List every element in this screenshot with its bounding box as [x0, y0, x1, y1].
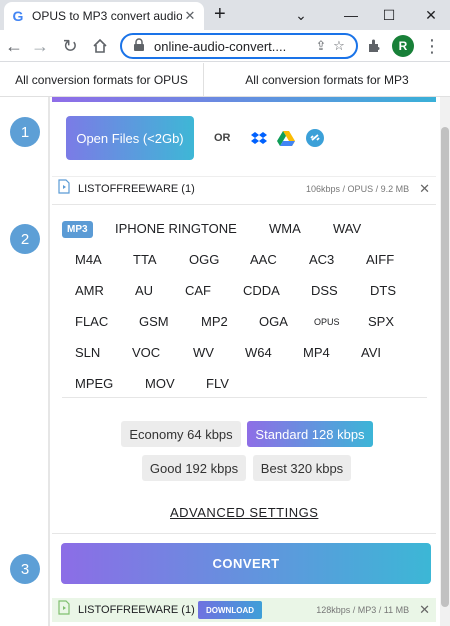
- format-cdda[interactable]: CDDA: [243, 283, 280, 298]
- remove-file-icon[interactable]: ✕: [419, 181, 430, 197]
- format-mp4[interactable]: MP4: [303, 345, 330, 360]
- tab-title: OPUS to MP3 convert audio f: [32, 9, 182, 23]
- format-ac3[interactable]: AC3: [309, 252, 334, 267]
- format-avi[interactable]: AVI: [361, 345, 381, 360]
- progress-gradient-bar: [52, 97, 436, 102]
- tab-close-icon[interactable]: ✕: [182, 8, 198, 24]
- step-1-badge: 1: [10, 117, 40, 147]
- section-divider: [52, 533, 436, 534]
- format-m4a[interactable]: M4A: [75, 252, 102, 267]
- converted-file-row: LISTOFFREEWARE (1) DOWNLOAD 128kbps / MP…: [52, 598, 436, 622]
- open-files-button[interactable]: Open Files (<2Gb): [66, 116, 194, 160]
- google-favicon-icon: G: [12, 8, 24, 24]
- format-gsm[interactable]: GSM: [139, 314, 169, 329]
- window-close-icon[interactable]: ✕: [414, 0, 448, 30]
- format-mov[interactable]: MOV: [145, 376, 175, 391]
- opus-formats-link[interactable]: All conversion formats for OPUS: [0, 63, 204, 96]
- format-iphone-ringtone[interactable]: IPHONE RINGTONE: [115, 221, 237, 236]
- dropbox-icon[interactable]: [250, 129, 268, 147]
- minimize-icon[interactable]: —: [334, 0, 368, 30]
- back-icon[interactable]: ←: [2, 34, 26, 58]
- extensions-icon[interactable]: [362, 34, 386, 58]
- convert-button[interactable]: CONVERT: [61, 543, 431, 584]
- format-flv[interactable]: FLV: [206, 376, 229, 391]
- maximize-icon[interactable]: ☐: [372, 0, 406, 30]
- format-oga[interactable]: OGA: [259, 314, 288, 329]
- format-au[interactable]: AU: [135, 283, 153, 298]
- format-spx[interactable]: SPX: [368, 314, 394, 329]
- uploaded-file-row: LISTOFFREEWARE (1) 106kbps / OPUS / 9.2 …: [52, 176, 436, 200]
- new-tab-icon[interactable]: +: [214, 3, 226, 26]
- lock-icon[interactable]: [130, 37, 148, 55]
- format-amr[interactable]: AMR: [75, 283, 104, 298]
- uploaded-file-meta: 106kbps / OPUS / 9.2 MB: [306, 183, 410, 194]
- quality-economy-button[interactable]: Economy 64 kbps: [121, 421, 241, 447]
- quality-good-button[interactable]: Good 192 kbps: [142, 455, 246, 481]
- conversion-formats-bar: All conversion formats for OPUS All conv…: [0, 63, 450, 97]
- or-label: OR: [214, 132, 231, 144]
- format-aiff[interactable]: AIFF: [366, 252, 394, 267]
- format-mp3[interactable]: MP3: [62, 221, 93, 238]
- page-scrollbar[interactable]: [440, 97, 450, 626]
- format-sln[interactable]: SLN: [75, 345, 100, 360]
- format-opus[interactable]: OPUS: [314, 317, 340, 327]
- format-flac[interactable]: FLAC: [75, 314, 108, 329]
- quality-divider: [62, 397, 427, 398]
- audio-file-icon: [58, 600, 70, 620]
- forward-icon[interactable]: →: [28, 34, 52, 58]
- uploaded-file-name: LISTOFFREEWARE (1): [78, 182, 195, 195]
- format-voc[interactable]: VOC: [132, 345, 160, 360]
- format-wv[interactable]: WV: [193, 345, 214, 360]
- url-link-icon[interactable]: [306, 129, 324, 147]
- google-drive-icon[interactable]: [277, 129, 295, 147]
- address-bar[interactable]: online-audio-convert.... ⇪ ☆: [120, 33, 358, 59]
- url-text: online-audio-convert....: [154, 38, 287, 54]
- remove-result-icon[interactable]: ✕: [419, 602, 430, 618]
- browser-title-bar: G OPUS to MP3 convert audio f ✕ + ⌄ — ☐ …: [0, 0, 450, 30]
- share-icon[interactable]: ⇪: [312, 38, 330, 54]
- quality-best-button[interactable]: Best 320 kbps: [253, 455, 351, 481]
- format-wav[interactable]: WAV: [333, 221, 361, 236]
- step-2-badge: 2: [10, 224, 40, 254]
- converted-file-meta: 128kbps / MP3 / 11 MB: [316, 605, 410, 615]
- format-mpeg[interactable]: MPEG: [75, 376, 113, 391]
- bookmark-star-icon[interactable]: ☆: [330, 38, 348, 54]
- format-mp2[interactable]: MP2: [201, 314, 228, 329]
- tab-search-icon[interactable]: ⌄: [284, 0, 318, 30]
- audio-file-icon: [58, 178, 70, 199]
- reload-icon[interactable]: ↻: [58, 34, 82, 58]
- format-ogg[interactable]: OGG: [189, 252, 219, 267]
- browser-toolbar: ← → ↻ online-audio-convert.... ⇪ ☆ ⋮: [0, 30, 450, 62]
- format-w64[interactable]: W64: [245, 345, 272, 360]
- format-wma[interactable]: WMA: [269, 221, 301, 236]
- format-caf[interactable]: CAF: [185, 283, 211, 298]
- section-divider: [52, 204, 436, 205]
- step-column: [0, 97, 50, 626]
- converted-file-name: LISTOFFREEWARE (1): [78, 604, 195, 616]
- home-icon[interactable]: [88, 34, 112, 58]
- profile-avatar[interactable]: R: [392, 35, 414, 57]
- format-tta[interactable]: TTA: [133, 252, 157, 267]
- mp3-formats-link[interactable]: All conversion formats for MP3: [204, 63, 450, 96]
- scrollbar-thumb[interactable]: [441, 127, 449, 607]
- format-aac[interactable]: AAC: [250, 252, 277, 267]
- format-dts[interactable]: DTS: [370, 283, 396, 298]
- download-button[interactable]: DOWNLOAD: [198, 601, 262, 619]
- browser-menu-icon[interactable]: ⋮: [420, 34, 444, 58]
- step-3-badge: 3: [10, 554, 40, 584]
- quality-standard-button[interactable]: Standard 128 kbps: [247, 421, 373, 447]
- advanced-settings-link[interactable]: ADVANCED SETTINGS: [170, 505, 318, 520]
- format-dss[interactable]: DSS: [311, 283, 338, 298]
- browser-tab[interactable]: G OPUS to MP3 convert audio f ✕: [4, 2, 204, 30]
